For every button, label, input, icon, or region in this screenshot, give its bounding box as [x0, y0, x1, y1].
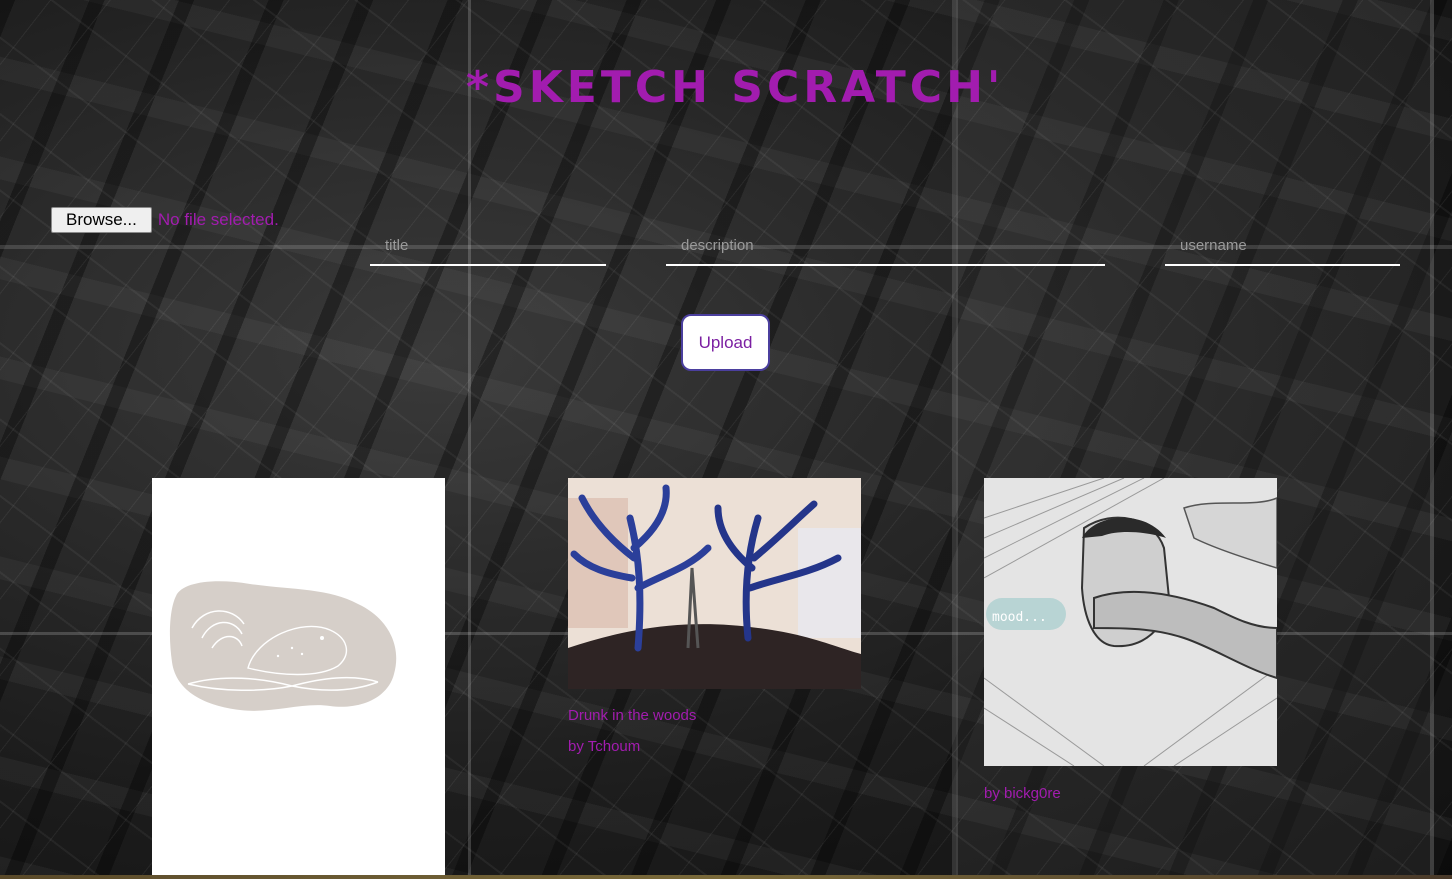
gallery-card: mood... by bickg0re — [984, 478, 1277, 802]
bottom-border — [0, 875, 1452, 879]
file-status-text: No file selected. — [157, 210, 279, 229]
title-input[interactable] — [370, 226, 606, 266]
sketch-title[interactable]: Drunk in the woods — [568, 707, 861, 724]
sketch-image[interactable] — [568, 478, 861, 689]
upload-button[interactable]: Upload — [681, 314, 770, 371]
whale-book-sketch — [169, 581, 397, 711]
gallery-card: Drunk in the woods by Tchoum — [568, 478, 861, 755]
mood-ink-drawing: mood... — [984, 478, 1277, 766]
sketch-author[interactable]: by bickg0re — [984, 785, 1277, 802]
username-input[interactable] — [1165, 226, 1400, 266]
sketch-image[interactable]: mood... — [984, 478, 1277, 766]
browse-button[interactable]: Browse... — [51, 207, 152, 233]
svg-text:mood...: mood... — [992, 610, 1047, 625]
sketch-image[interactable] — [152, 478, 445, 875]
page-title: *Sketch Scratch' — [466, 62, 1005, 113]
description-input[interactable] — [666, 226, 1105, 266]
trees-painting — [568, 478, 861, 689]
sketch-author[interactable]: by Tchoum — [568, 738, 861, 755]
gallery-card — [152, 478, 445, 875]
file-picker[interactable]: Browse... No file selected. — [51, 207, 279, 233]
